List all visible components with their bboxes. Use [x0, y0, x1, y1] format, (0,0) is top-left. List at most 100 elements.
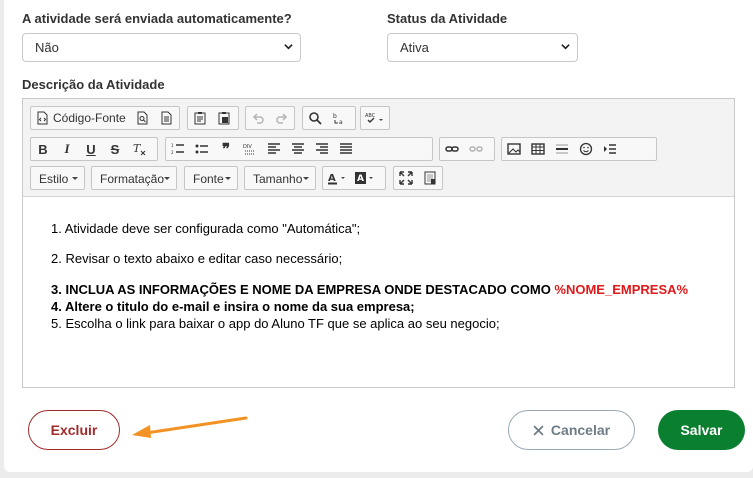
bold-button[interactable]: B [31, 138, 55, 160]
close-icon [533, 424, 544, 436]
svg-text:A: A [328, 173, 336, 184]
templates-button[interactable] [154, 107, 178, 129]
align-left-button[interactable] [262, 138, 286, 160]
cancel-button[interactable]: Cancelar [508, 410, 635, 450]
delete-button[interactable]: Excluir [28, 410, 120, 450]
align-right-icon [316, 143, 328, 154]
undo-button[interactable] [246, 107, 270, 129]
tools-group [393, 166, 443, 190]
auto-send-select[interactable]: Não [22, 33, 301, 62]
redo-button[interactable] [270, 107, 294, 129]
description-label: Descrição da Atividade [22, 77, 165, 92]
links-group [439, 137, 495, 161]
list-item-2: 2. Revisar o texto abaixo e editar caso … [51, 251, 343, 266]
size-dropdown[interactable]: Tamanho [244, 166, 316, 190]
underline-button[interactable]: U [79, 138, 103, 160]
svg-text:T: T [133, 142, 142, 155]
background-color-button[interactable]: A [351, 167, 379, 189]
underline-icon: U [86, 141, 96, 157]
numbered-list-icon: 12 [171, 143, 184, 155]
svg-text:ABC: ABC [365, 113, 376, 119]
activity-form-card: A atividade será enviada automaticamente… [4, 0, 753, 472]
find-button[interactable] [303, 107, 327, 129]
smiley-icon [579, 142, 593, 156]
rich-text-editor: Código-Fonte b a ABC B I U S T 1 2 ❞ DIV… [22, 98, 735, 388]
list-item-3-text: 3. INCLUA AS INFORMAÇÕES E NOME DA EMPRE… [51, 282, 555, 297]
preview-button[interactable] [130, 107, 154, 129]
svg-text:A: A [357, 174, 364, 184]
show-blocks-icon [424, 171, 436, 185]
source-code-icon [37, 111, 48, 125]
font-label: Fonte [193, 172, 224, 186]
align-center-button[interactable] [286, 138, 310, 160]
caret-down-icon [164, 177, 170, 180]
status-select[interactable]: Ativa [387, 33, 578, 62]
source-button[interactable]: Código-Fonte [31, 107, 130, 129]
replace-button[interactable]: ba [327, 107, 351, 129]
image-button[interactable] [502, 138, 526, 160]
clipboard-group [187, 106, 239, 130]
show-blocks-button[interactable] [418, 167, 442, 189]
maximize-button[interactable] [394, 167, 418, 189]
strike-button[interactable]: S [103, 138, 127, 160]
caret-down-icon [72, 177, 78, 180]
text-color-button[interactable]: A [323, 167, 351, 189]
font-dropdown[interactable]: Fonte [184, 166, 238, 190]
bulleted-list-button[interactable] [190, 138, 214, 160]
status-value: Ativa [400, 40, 429, 55]
search-icon [309, 112, 322, 125]
table-button[interactable] [526, 138, 550, 160]
link-button[interactable] [440, 138, 464, 160]
justify-button[interactable] [334, 138, 358, 160]
svg-text:a: a [339, 119, 343, 125]
unlink-button[interactable] [464, 138, 488, 160]
save-button[interactable]: Salvar [658, 410, 745, 450]
horizontal-rule-button[interactable] [550, 138, 574, 160]
paste-text-icon [194, 112, 206, 125]
styles-dropdown[interactable]: Estilo [30, 166, 85, 190]
numbered-list-button[interactable]: 12 [166, 138, 190, 160]
caret-down-icon [303, 177, 309, 180]
unlink-icon [469, 146, 483, 152]
list-item-1: 1. Atividade deve ser configurada como "… [51, 221, 361, 236]
format-dropdown[interactable]: Formatação [91, 166, 177, 190]
spellcheck-group: ABC [360, 106, 390, 130]
save-label: Salvar [680, 422, 723, 438]
caret-down-icon [225, 177, 231, 180]
list-item-3: 3. INCLUA AS INFORMAÇÕES E NOME DA EMPRE… [51, 282, 688, 297]
paste-text-button[interactable] [188, 107, 212, 129]
remove-format-button[interactable]: T [127, 138, 151, 160]
create-div-button[interactable]: DIV [238, 138, 262, 160]
editor-content[interactable]: 1. Atividade deve ser configurada como "… [23, 198, 734, 387]
editor-toolbar: Código-Fonte b a ABC B I U S T 1 2 ❞ DIV… [23, 99, 734, 197]
colors-group: A A [322, 166, 386, 190]
paste-word-icon [218, 112, 230, 125]
document-icon [161, 111, 172, 125]
spellcheck-button[interactable]: ABC [361, 107, 387, 129]
align-right-button[interactable] [310, 138, 334, 160]
cancel-label: Cancelar [550, 422, 611, 438]
horizontal-rule-icon [556, 144, 568, 154]
basic-styles-group: B I U S T [30, 137, 158, 161]
svg-text:2: 2 [171, 150, 174, 155]
svg-text:1: 1 [171, 143, 174, 148]
source-label: Código-Fonte [53, 111, 126, 125]
list-item-4: 4. Altere o titulo do e-mail e insira o … [51, 299, 415, 314]
delete-label: Excluir [50, 422, 98, 438]
smiley-button[interactable] [574, 138, 598, 160]
status-label: Status da Atividade [387, 11, 508, 26]
auto-send-value: Não [35, 40, 59, 55]
quote-icon: ❞ [221, 141, 231, 158]
paste-word-button[interactable] [212, 107, 236, 129]
find-group: ba [302, 106, 356, 130]
italic-button[interactable]: I [55, 138, 79, 160]
remove-format-icon: T [133, 142, 146, 156]
page-break-button[interactable] [598, 138, 622, 160]
svg-text:b: b [333, 113, 337, 120]
table-icon [531, 143, 545, 155]
company-placeholder: %NOME_EMPRESA% [554, 282, 689, 297]
image-icon [507, 143, 521, 155]
blockquote-button[interactable]: ❞ [214, 138, 238, 160]
preview-icon [137, 111, 148, 125]
maximize-icon [399, 171, 413, 185]
